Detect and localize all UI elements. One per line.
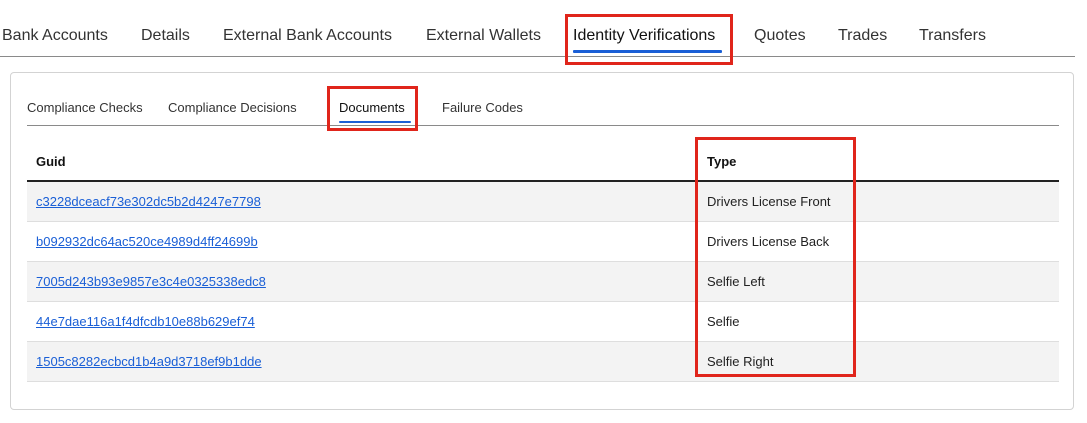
column-header-guid: Guid: [36, 154, 66, 169]
guid-link[interactable]: 44e7dae116a1f4dfcdb10e88b629ef74: [36, 314, 255, 329]
table-row: 44e7dae116a1f4dfcdb10e88b629ef74 Selfie: [27, 302, 1059, 342]
tab-identity-verifications[interactable]: Identity Verifications: [573, 25, 715, 47]
guid-link[interactable]: c3228dceacf73e302dc5b2d4247e7798: [36, 194, 261, 209]
tab-transfers[interactable]: Transfers: [919, 25, 986, 47]
documents-table: Guid Type c3228dceacf73e302dc5b2d4247e77…: [27, 139, 1059, 382]
column-header-type: Type: [707, 154, 737, 169]
document-type: Selfie Right: [707, 354, 774, 369]
sub-tab-bar: Compliance Checks Compliance Decisions D…: [27, 97, 1059, 126]
tab-quotes[interactable]: Quotes: [754, 25, 806, 47]
document-type: Selfie: [707, 314, 740, 329]
tab-external-bank-accounts[interactable]: External Bank Accounts: [223, 25, 392, 47]
active-tab-indicator: [573, 50, 722, 53]
guid-link[interactable]: 1505c8282ecbcd1b4a9d3718ef9b1dde: [36, 354, 262, 369]
tab-external-wallets[interactable]: External Wallets: [426, 25, 541, 47]
subtab-compliance-checks[interactable]: Compliance Checks: [27, 100, 143, 116]
table-header: Guid Type: [27, 139, 1059, 182]
subtab-failure-codes[interactable]: Failure Codes: [442, 100, 523, 116]
top-tab-bar: Bank Accounts Details External Bank Acco…: [0, 0, 1075, 57]
tab-details[interactable]: Details: [141, 25, 190, 47]
active-subtab-indicator: [339, 121, 411, 123]
subtab-compliance-decisions[interactable]: Compliance Decisions: [168, 100, 297, 116]
subtab-documents[interactable]: Documents: [339, 100, 405, 116]
guid-link[interactable]: 7005d243b93e9857e3c4e0325338edc8: [36, 274, 266, 289]
table-row: b092932dc64ac520ce4989d4ff24699b Drivers…: [27, 222, 1059, 262]
documents-card: Compliance Checks Compliance Decisions D…: [10, 72, 1074, 410]
document-type: Selfie Left: [707, 274, 765, 289]
document-type: Drivers License Back: [707, 234, 830, 249]
table-row: c3228dceacf73e302dc5b2d4247e7798 Drivers…: [27, 182, 1059, 222]
document-type: Drivers License Front: [707, 194, 831, 209]
tab-trades[interactable]: Trades: [838, 25, 887, 47]
tab-bank-accounts[interactable]: Bank Accounts: [2, 25, 108, 47]
table-row: 1505c8282ecbcd1b4a9d3718ef9b1dde Selfie …: [27, 342, 1059, 382]
guid-link[interactable]: b092932dc64ac520ce4989d4ff24699b: [36, 234, 258, 249]
table-row: 7005d243b93e9857e3c4e0325338edc8 Selfie …: [27, 262, 1059, 302]
